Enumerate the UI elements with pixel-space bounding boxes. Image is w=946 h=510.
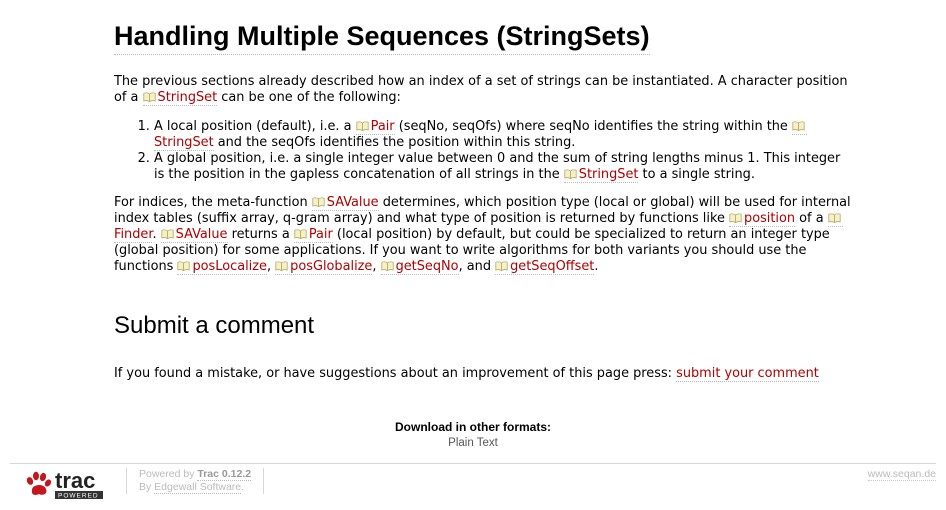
- posglobalize-link[interactable]: posGlobalize: [275, 259, 373, 275]
- open-book-icon: [294, 229, 307, 239]
- stringset-link[interactable]: StringSet: [563, 167, 639, 183]
- position-types-list: A local position (default), i.e. a Pair …: [114, 119, 854, 183]
- open-book-icon: [312, 197, 325, 207]
- site-link[interactable]: www.seqan.de: [867, 468, 936, 481]
- logo-subtext: POWERED: [58, 493, 99, 500]
- position-link[interactable]: position: [729, 211, 796, 227]
- intro-paragraph: The previous sections already described …: [114, 74, 848, 106]
- submit-comment-heading: Submit a comment: [114, 312, 315, 339]
- comment-paragraph: If you found a mistake, or have suggesti…: [114, 366, 819, 382]
- trac-logo[interactable]: trac POWERED: [24, 468, 114, 502]
- savalue-link[interactable]: SAValue: [311, 195, 379, 211]
- download-title: Download in other formats:: [395, 420, 551, 434]
- powered-by: Powered by Trac 0.12.2 By Edgewall Softw…: [126, 468, 265, 494]
- savalue-link[interactable]: SAValue: [160, 227, 228, 243]
- trac-version-link[interactable]: Trac 0.12.2: [197, 468, 252, 481]
- list-item: A global position, i.e. a single integer…: [154, 151, 854, 183]
- submit-comment-link[interactable]: submit your comment: [676, 366, 819, 382]
- plain-text-link[interactable]: Plain Text: [0, 435, 946, 451]
- open-book-icon: [177, 261, 190, 271]
- getseqno-link[interactable]: getSeqNo: [380, 259, 459, 275]
- open-book-icon: [729, 213, 742, 223]
- open-book-icon: [495, 261, 508, 271]
- open-book-icon: [161, 229, 174, 239]
- open-book-icon: [275, 261, 288, 271]
- pair-link[interactable]: Pair: [355, 119, 395, 135]
- getseqoffset-link[interactable]: getSeqOffset: [495, 259, 595, 275]
- open-book-icon: [564, 169, 577, 179]
- open-book-icon: [381, 261, 394, 271]
- alternate-formats: Download in other formats: Plain Text: [0, 419, 946, 451]
- indices-paragraph: For indices, the meta-function SAValue d…: [114, 195, 851, 275]
- stringset-link[interactable]: StringSet: [142, 90, 218, 106]
- footer: trac POWERED Powered by Trac 0.12.2 By E…: [10, 463, 936, 504]
- open-book-icon: [143, 92, 156, 102]
- edgewall-link[interactable]: Edgewall Software: [154, 481, 242, 494]
- poslocalize-link[interactable]: posLocalize: [177, 259, 267, 275]
- open-book-icon: [356, 121, 369, 131]
- logo-text: trac: [55, 468, 95, 493]
- paw-icon: trac POWERED: [26, 468, 103, 500]
- pair-link[interactable]: Pair: [293, 227, 333, 243]
- list-item: A local position (default), i.e. a Pair …: [154, 119, 854, 151]
- page-title: Handling Multiple Sequences (StringSets): [114, 18, 650, 55]
- open-book-icon: [792, 121, 805, 131]
- open-book-icon: [828, 213, 841, 223]
